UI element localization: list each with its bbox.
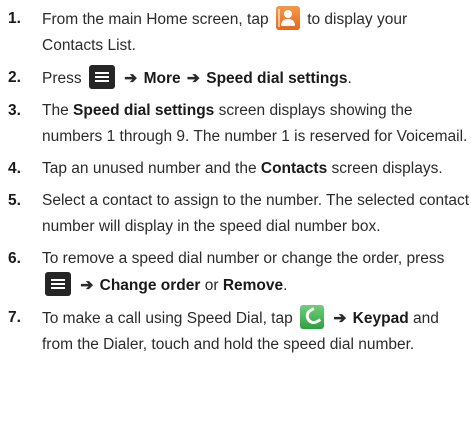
step-number: 3. (8, 102, 21, 119)
document-page: 1. From the main Home screen, tap to dis… (0, 0, 471, 430)
step-number: 4. (8, 160, 21, 177)
step-text: . (347, 70, 352, 87)
step-text: or (204, 277, 219, 294)
bold-term: Speed dial settings (206, 70, 348, 87)
step-6: 6. To remove a speed dial number or chan… (0, 246, 471, 299)
step-number: 2. (8, 69, 21, 86)
step-text: To make a call using Speed Dial, tap (42, 310, 293, 327)
arrow-glyph: ➔ (124, 70, 138, 87)
step-7: 7. To make a call using Speed Dial, tap … (0, 305, 471, 358)
step-text: Select a contact to assign to the number… (42, 192, 470, 235)
step-text: screen displays. (331, 160, 443, 177)
phone-icon (300, 305, 325, 329)
step-text: To remove a speed dial number or change … (42, 250, 445, 267)
step-text: Tap an unused number and the (42, 160, 257, 177)
bold-term: More (143, 70, 181, 87)
step-text: From the main Home screen, tap (42, 11, 269, 28)
step-number: 5. (8, 192, 21, 209)
step-text: Press (42, 70, 82, 87)
instruction-list: 1. From the main Home screen, tap to dis… (0, 6, 471, 364)
bold-term: Contacts (260, 160, 328, 177)
step-text: . (283, 277, 288, 294)
step-number: 1. (8, 10, 21, 27)
step-text: The (42, 102, 69, 119)
step-5: 5. Select a contact to assign to the num… (0, 188, 471, 240)
step-number: 7. (8, 309, 21, 326)
step-4: 4. Tap an unused number and the Contacts… (0, 156, 471, 182)
bold-term: Change order (99, 277, 201, 294)
contacts-icon (275, 6, 300, 30)
bold-term: Speed dial settings (73, 102, 215, 119)
arrow-glyph: ➔ (186, 70, 200, 87)
arrow-glyph: ➔ (80, 277, 94, 294)
arrow-glyph: ➔ (333, 310, 347, 327)
step-number: 6. (8, 250, 21, 267)
step-2: 2. Press ➔ More ➔ Speed dial settings. (0, 65, 471, 92)
step-1: 1. From the main Home screen, tap to dis… (0, 6, 471, 59)
menu-icon (45, 272, 71, 296)
step-3: 3. The Speed dial settings screen displa… (0, 98, 471, 150)
bold-term: Keypad (352, 310, 409, 327)
menu-icon (88, 65, 115, 89)
bold-term: Remove (222, 277, 284, 294)
